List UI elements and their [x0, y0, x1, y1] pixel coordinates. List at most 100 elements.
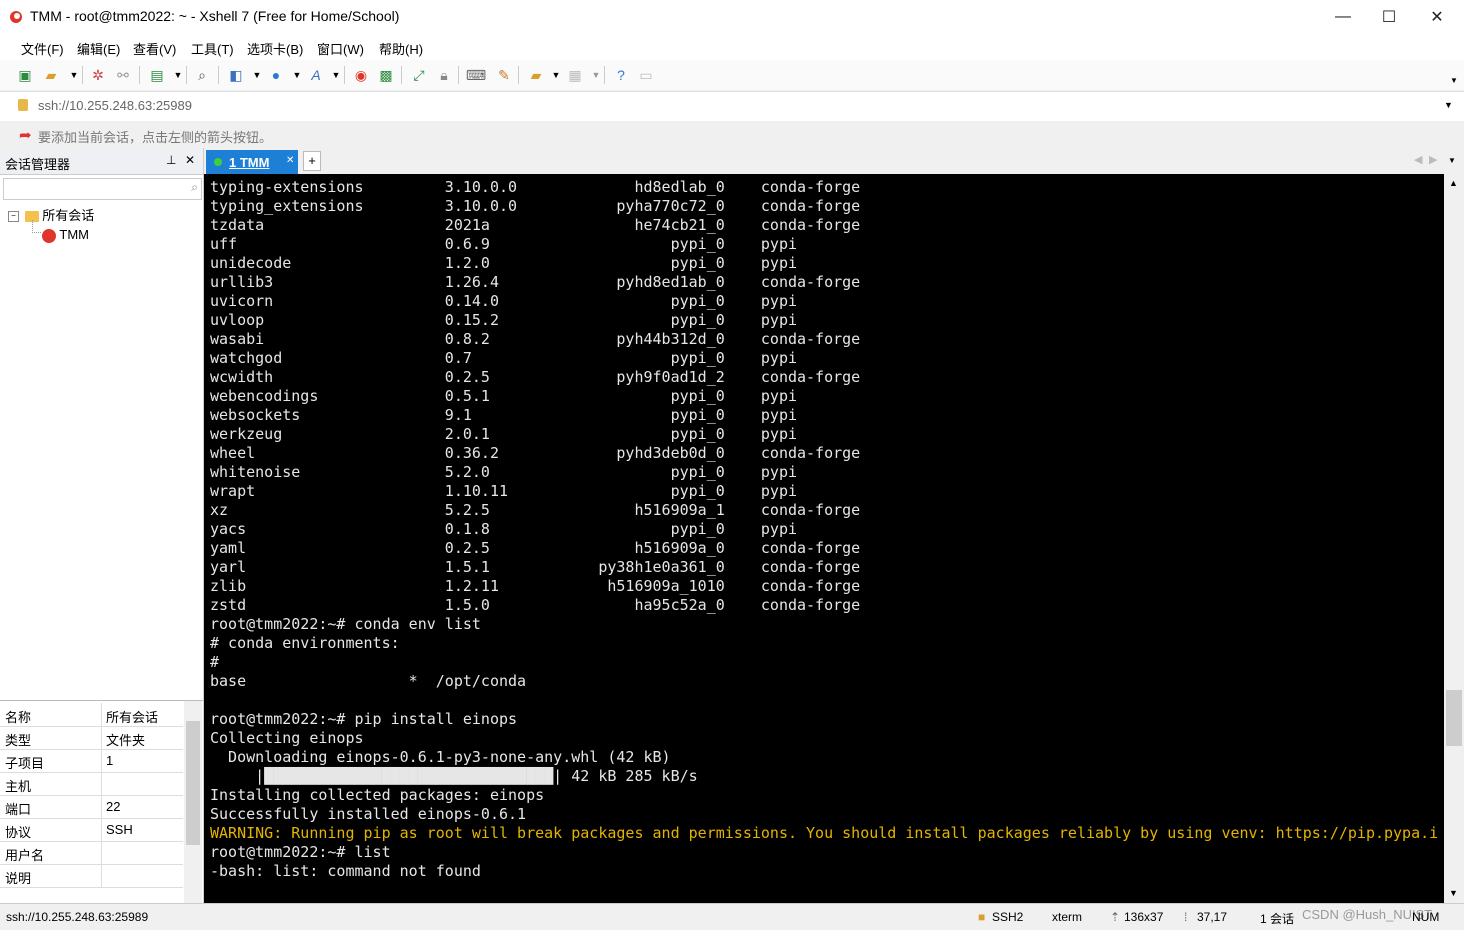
- status-size: 136x37: [1124, 910, 1164, 924]
- status-cursor: 37,17: [1197, 910, 1228, 924]
- tree-root[interactable]: − 所有会话: [8, 205, 94, 224]
- search-icon[interactable]: ⌕: [192, 65, 212, 85]
- panel-close-icon[interactable]: ✕: [185, 153, 195, 167]
- menu-bar: 文件(F) 编辑(E) 查看(V) 工具(T) 选项卡(B) 窗口(W) 帮助(…: [0, 33, 1464, 60]
- menu-window[interactable]: 窗口(W): [317, 39, 364, 58]
- tab-label: 1 TMM: [229, 155, 270, 170]
- keyboard-icon[interactable]: ⌨: [466, 65, 486, 85]
- property-row: 主机: [0, 772, 183, 796]
- scroll-up-icon[interactable]: ▲: [1449, 178, 1458, 188]
- menu-tools[interactable]: 工具(T): [191, 39, 234, 58]
- menu-tabs[interactable]: 选项卡(B): [247, 39, 303, 58]
- property-scrollbar[interactable]: [184, 701, 202, 903]
- minimize-button[interactable]: —: [1320, 0, 1366, 33]
- open-dropdown-icon[interactable]: ▼: [64, 65, 84, 85]
- address-input[interactable]: ssh://10.255.248.63:25989: [38, 98, 192, 113]
- close-button[interactable]: ✕: [1414, 0, 1460, 33]
- lock-icon[interactable]: 🔒︎: [434, 65, 454, 85]
- status-numlock: NUM: [1412, 910, 1440, 924]
- tab-scroll-right-icon[interactable]: ▶: [1429, 153, 1437, 166]
- title-bar: TMM - root@tmm2022: ~ - Xshell 7 (Free f…: [0, 0, 1464, 33]
- status-term: xterm: [1052, 910, 1082, 924]
- new-tab-icon[interactable]: ▤: [147, 65, 167, 85]
- pin-icon[interactable]: ⊥: [166, 153, 176, 167]
- status-sessions: 1 会话: [1260, 912, 1295, 926]
- xshell-icon[interactable]: ◉: [351, 65, 371, 85]
- property-key: 主机: [5, 779, 32, 794]
- layout-dropdown-icon[interactable]: ▼: [247, 65, 267, 85]
- property-row: 协议 SSH: [0, 818, 183, 842]
- scroll-down-icon[interactable]: ▼: [1449, 888, 1458, 898]
- globe-dropdown-icon[interactable]: ▼: [287, 65, 307, 85]
- compose-icon[interactable]: ▦: [565, 65, 585, 85]
- tree-session-tmm[interactable]: TMM: [42, 227, 89, 243]
- font-icon[interactable]: A: [306, 65, 326, 85]
- status-bar: ssh://10.255.248.63:25989 ■ SSH2 xterm ⇡…: [0, 903, 1464, 930]
- collapse-icon[interactable]: −: [8, 211, 19, 223]
- tree-root-label: 所有会话: [42, 208, 95, 223]
- maximize-button[interactable]: ☐: [1366, 0, 1412, 33]
- info-bar: ➦ 要添加当前会话，点击左侧的箭头按钮。: [0, 121, 1464, 148]
- status-lock-icon: ■: [978, 910, 986, 924]
- property-key: 说明: [5, 871, 32, 886]
- xshell-logo-icon: [10, 11, 22, 23]
- globe-icon[interactable]: ●: [266, 65, 286, 85]
- menu-edit[interactable]: 编辑(E): [77, 39, 120, 58]
- open-folder-icon[interactable]: ▰: [41, 65, 61, 85]
- property-key: 用户名: [5, 848, 45, 863]
- font-dropdown-icon[interactable]: ▼: [326, 65, 346, 85]
- tree-session-label: TMM: [59, 227, 89, 242]
- chat-icon[interactable]: ▭: [636, 65, 656, 85]
- property-value: 文件夹: [106, 733, 146, 748]
- property-key: 类型: [5, 733, 32, 748]
- compose-dropdown-icon[interactable]: ▼: [586, 65, 606, 85]
- add-tab-button[interactable]: +: [303, 151, 321, 171]
- property-value: 所有会话: [106, 710, 159, 725]
- terminal[interactable]: typing-extensions 3.10.0.0 hd8edlab_0 co…: [204, 174, 1444, 903]
- new-session-icon[interactable]: ▣: [15, 65, 35, 85]
- scroll-thumb[interactable]: [1446, 690, 1462, 746]
- bookmark-arrow-icon[interactable]: ➦: [19, 126, 32, 144]
- address-dropdown-icon[interactable]: ▼: [1444, 100, 1453, 110]
- tab-tmm[interactable]: 1 TMM ✕: [206, 150, 298, 174]
- search-icon: ⌕: [191, 180, 198, 194]
- property-scroll-thumb[interactable]: [186, 721, 200, 845]
- connect-icon[interactable]: ✲: [88, 65, 108, 85]
- menu-view[interactable]: 查看(V): [133, 39, 176, 58]
- transfer-icon[interactable]: ▰: [526, 65, 546, 85]
- property-key: 子项目: [5, 756, 45, 771]
- fullscreen-icon[interactable]: ⤢: [409, 65, 429, 85]
- layout-icon[interactable]: ◧: [226, 65, 246, 85]
- transfer-dropdown-icon[interactable]: ▼: [546, 65, 566, 85]
- terminal-tail: root@tmm2022:~# list -bash: list: comman…: [210, 843, 481, 880]
- menu-file[interactable]: 文件(F): [21, 39, 64, 58]
- disconnect-icon[interactable]: ⚯: [113, 65, 133, 85]
- lock-icon: [18, 99, 28, 111]
- toolbar-more-icon[interactable]: ▼: [1444, 70, 1464, 90]
- xftp-icon[interactable]: ▩: [376, 65, 396, 85]
- highlight-icon[interactable]: ✎: [494, 65, 514, 85]
- property-value: 1: [106, 753, 114, 768]
- property-key: 协议: [5, 825, 32, 840]
- property-value: SSH: [106, 822, 133, 837]
- tab-bar: 1 TMM ✕ + ◀ ▶ ▼: [204, 148, 1464, 174]
- property-row: 子项目 1: [0, 749, 183, 773]
- tab-list-icon[interactable]: ▼: [1448, 156, 1456, 165]
- info-hint: 要添加当前会话，点击左侧的箭头按钮。: [38, 130, 273, 145]
- status-address: ssh://10.255.248.63:25989: [6, 910, 149, 924]
- session-manager-header: 会话管理器 ⊥ ✕: [0, 148, 203, 175]
- terminal-scrollbar[interactable]: ▲ ▼: [1444, 174, 1464, 903]
- session-icon: [42, 228, 56, 243]
- size-icon: ⇡: [1110, 910, 1121, 924]
- property-row: 端口 22: [0, 795, 183, 819]
- tab-scroll-left-icon[interactable]: ◀: [1414, 153, 1422, 166]
- menu-help[interactable]: 帮助(H): [379, 39, 423, 58]
- property-value: 22: [106, 799, 121, 814]
- new-tab-dropdown-icon[interactable]: ▼: [168, 65, 188, 85]
- help-icon[interactable]: ?: [611, 65, 631, 85]
- tab-close-icon[interactable]: ✕: [286, 155, 294, 166]
- address-bar[interactable]: ssh://10.255.248.63:25989 ▼: [0, 91, 1464, 122]
- pip-warning: WARNING: Running pip as root will break …: [210, 824, 1439, 842]
- window-title: TMM - root@tmm2022: ~ - Xshell 7 (Free f…: [30, 8, 400, 24]
- session-search-input[interactable]: ⌕: [3, 178, 202, 200]
